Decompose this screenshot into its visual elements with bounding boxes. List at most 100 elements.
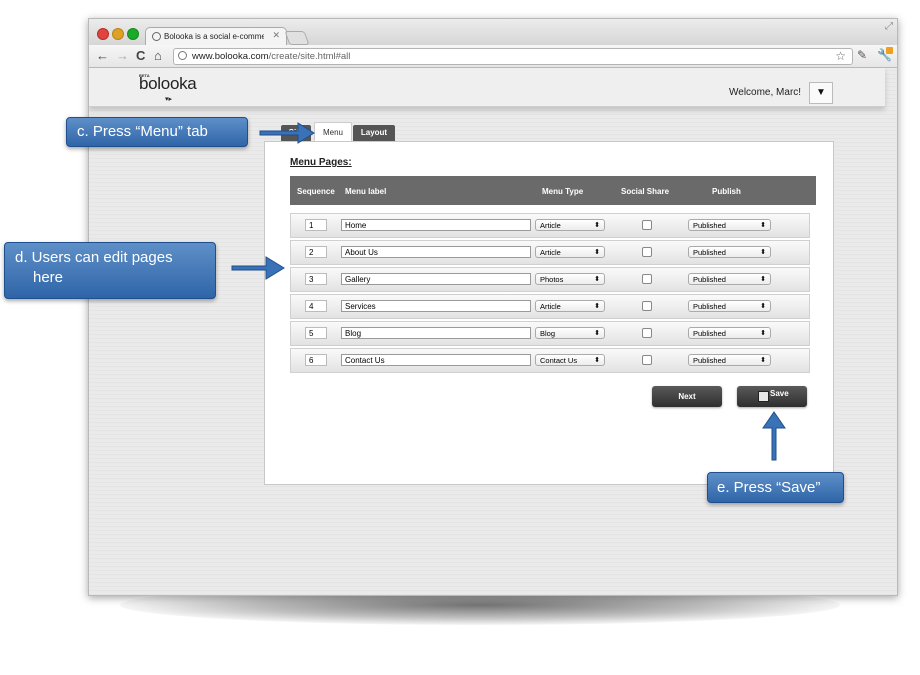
- menu-type-select[interactable]: Blog ⬍: [535, 327, 605, 339]
- close-window-button[interactable]: [97, 28, 109, 40]
- url-path: /create/site.html#all: [268, 51, 351, 62]
- col-menu-type: Menu Type: [542, 187, 584, 196]
- table-row: 5 Blog Blog ⬍ Published ⬍: [290, 321, 810, 346]
- publish-select[interactable]: Published ⬍: [688, 246, 771, 258]
- reload-icon[interactable]: C: [136, 49, 145, 63]
- publish-value: Published: [693, 302, 726, 311]
- bookmark-star-icon[interactable]: ☆: [835, 49, 846, 63]
- fullscreen-icon[interactable]: ⤢: [885, 21, 893, 32]
- social-share-checkbox[interactable]: [642, 247, 652, 257]
- callout-edit-pages-line1: d. Users can edit pages: [15, 249, 173, 266]
- globe-icon: [178, 51, 187, 60]
- address-bar[interactable]: www.bolooka.com/create/site.html#all ☆: [173, 48, 853, 65]
- browser-tab[interactable]: Bolooka is a social e-comme ✕: [145, 27, 287, 46]
- menu-label-input[interactable]: Blog: [341, 327, 531, 339]
- publish-select[interactable]: Published ⬍: [688, 327, 771, 339]
- url-host: www.bolooka.com: [192, 51, 269, 62]
- menu-type-select[interactable]: Photos ⬍: [535, 273, 605, 285]
- zoom-window-button[interactable]: [127, 28, 139, 40]
- menu-type-select[interactable]: Article ⬍: [535, 246, 605, 258]
- col-social-share: Social Share: [621, 187, 670, 196]
- menu-type-value: Article: [540, 248, 561, 257]
- select-arrows-icon: ⬍: [594, 303, 600, 310]
- forward-icon[interactable]: →: [116, 49, 129, 63]
- table-header: Sequence Menu label Menu Type Social Sha…: [290, 176, 816, 205]
- callout-menu-tab-text: c. Press “Menu” tab: [77, 123, 208, 140]
- select-arrows-icon: ⬍: [760, 357, 766, 364]
- menu-type-select[interactable]: Contact Us ⬍: [535, 354, 605, 366]
- site-logo[interactable]: bolooka: [139, 74, 197, 94]
- site-header: BETA bolooka ▾▸ Welcome, Marc! ▼: [89, 68, 885, 107]
- menu-label-input[interactable]: Services: [341, 300, 531, 312]
- sequence-input[interactable]: 2: [305, 246, 327, 258]
- page-content: BETA bolooka ▾▸ Welcome, Marc! ▼ Site Me…: [89, 68, 897, 595]
- sequence-input[interactable]: 6: [305, 354, 327, 366]
- table-row: 2 About Us Article ⬍ Published ⬍: [290, 240, 810, 265]
- publish-value: Published: [693, 275, 726, 284]
- table-row: 4 Services Article ⬍ Published ⬍: [290, 294, 810, 319]
- social-share-checkbox[interactable]: [642, 274, 652, 284]
- menu-type-select[interactable]: Article ⬍: [535, 219, 605, 231]
- tab-title: Bolooka is a social e-comme: [164, 32, 264, 41]
- sequence-input[interactable]: 1: [305, 219, 327, 231]
- publish-select[interactable]: Published ⬍: [688, 300, 771, 312]
- social-share-checkbox[interactable]: [642, 220, 652, 230]
- publish-value: Published: [693, 221, 726, 230]
- select-arrows-icon: ⬍: [760, 330, 766, 337]
- select-arrows-icon: ⬍: [760, 222, 766, 229]
- sequence-input[interactable]: 3: [305, 273, 327, 285]
- arrow-to-rows-icon: [231, 256, 285, 280]
- tab-close-icon[interactable]: ✕: [272, 30, 280, 41]
- publish-select[interactable]: Published ⬍: [688, 354, 771, 366]
- user-menu-button[interactable]: ▼: [809, 82, 833, 104]
- tab-menu[interactable]: Menu: [314, 122, 352, 142]
- menu-type-value: Article: [540, 221, 561, 230]
- arrow-to-menu-tab-icon: [259, 122, 315, 144]
- callout-save: e. Press “Save”: [707, 472, 844, 503]
- menu-type-value: Contact Us: [540, 356, 578, 365]
- extension-icon[interactable]: ✎: [857, 48, 867, 62]
- floppy-disk-icon: [758, 391, 769, 402]
- new-tab-button[interactable]: [284, 31, 310, 45]
- menu-type-select[interactable]: Article ⬍: [535, 300, 605, 312]
- tab-layout[interactable]: Layout: [353, 125, 395, 141]
- next-button[interactable]: Next: [652, 386, 722, 407]
- logo-bowtie-icon: ▾▸: [165, 96, 173, 103]
- menu-label-input[interactable]: Contact Us: [341, 354, 531, 366]
- select-arrows-icon: ⬍: [594, 330, 600, 337]
- save-button-label: Save: [770, 389, 789, 398]
- col-sequence: Sequence: [297, 187, 335, 196]
- col-menu-label: Menu label: [345, 187, 387, 196]
- home-icon[interactable]: ⌂: [154, 49, 162, 63]
- menu-pages-panel: Menu Pages: Sequence Menu label Menu Typ…: [264, 141, 834, 485]
- back-icon[interactable]: ←: [96, 49, 109, 63]
- select-arrows-icon: ⬍: [760, 303, 766, 310]
- save-button[interactable]: Save: [737, 386, 807, 407]
- browser-window: Bolooka is a social e-comme ✕ ⤢ ← → C ⌂ …: [88, 18, 898, 596]
- arrow-to-save-icon: [762, 411, 786, 461]
- menu-label-input[interactable]: Home: [341, 219, 531, 231]
- select-arrows-icon: ⬍: [594, 222, 600, 229]
- publish-value: Published: [693, 329, 726, 338]
- social-share-checkbox[interactable]: [642, 328, 652, 338]
- publish-select[interactable]: Published ⬍: [688, 219, 771, 231]
- sequence-input[interactable]: 4: [305, 300, 327, 312]
- publish-value: Published: [693, 248, 726, 257]
- table-row: 1 Home Article ⬍ Published ⬍: [290, 213, 810, 238]
- minimize-window-button[interactable]: [112, 28, 124, 40]
- social-share-checkbox[interactable]: [642, 355, 652, 365]
- browser-toolbar: ← → C ⌂ www.bolooka.com/create/site.html…: [89, 45, 897, 68]
- section-title: Menu Pages:: [290, 157, 352, 168]
- publish-value: Published: [693, 356, 726, 365]
- publish-select[interactable]: Published ⬍: [688, 273, 771, 285]
- col-publish: Publish: [712, 187, 741, 196]
- select-arrows-icon: ⬍: [760, 249, 766, 256]
- sequence-input[interactable]: 5: [305, 327, 327, 339]
- menu-label-input[interactable]: Gallery: [341, 273, 531, 285]
- menu-label-input[interactable]: About Us: [341, 246, 531, 258]
- social-share-checkbox[interactable]: [642, 301, 652, 311]
- callout-save-text: e. Press “Save”: [717, 479, 821, 496]
- table-row: 3 Gallery Photos ⬍ Published ⬍: [290, 267, 810, 292]
- select-arrows-icon: ⬍: [594, 249, 600, 256]
- select-arrows-icon: ⬍: [760, 276, 766, 283]
